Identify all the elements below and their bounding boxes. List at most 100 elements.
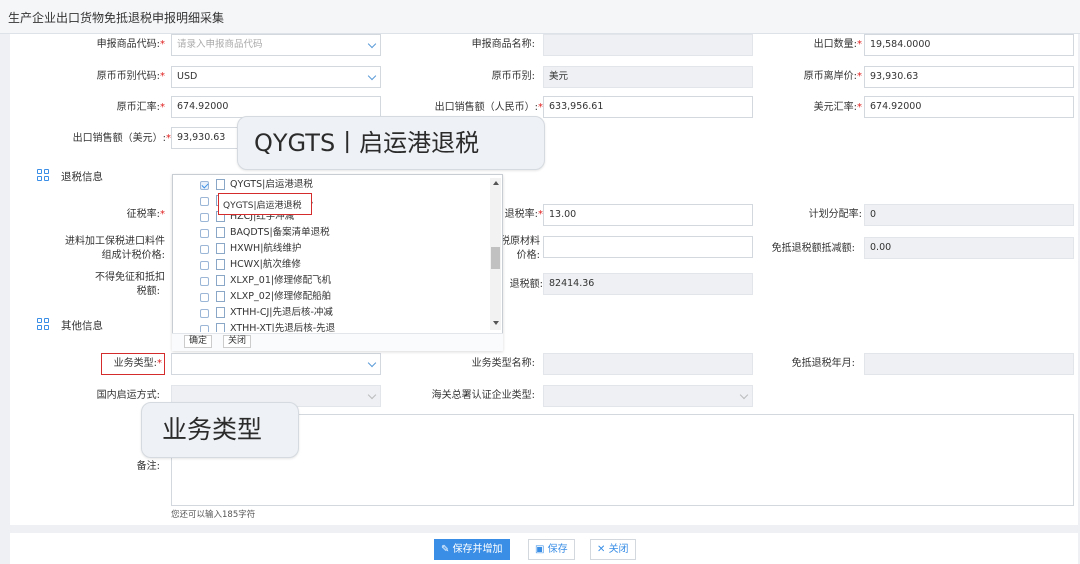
zsl-label: 征税率:* [126, 209, 165, 220]
dropdown-option[interactable]: XLXP_02|修理修配船舶 [172, 289, 490, 305]
sbspmc-field [543, 34, 753, 56]
chevron-down-icon [367, 390, 377, 400]
cksl-input[interactable]: 19,584.0000 [864, 34, 1074, 56]
jhfpl-label: 计划分配率: [808, 209, 862, 220]
edit-icon: ✎ [441, 544, 453, 555]
jhfpl-field: 0 [864, 204, 1074, 226]
jlzgjj-label-line1: 进料加工保税进口料件 [65, 236, 165, 247]
section-tsxx-title: 退税信息 [61, 171, 103, 183]
file-icon [216, 275, 225, 286]
sbspdm-placeholder: 请录入申报商品代码 [177, 39, 263, 50]
bz-label: 备注: [136, 461, 160, 472]
ckxse-usd-label: 出口销售额（美元）:* [72, 133, 171, 144]
dropdown-option-label: XLXP_02|修理修配船舶 [230, 291, 332, 302]
ybla-input[interactable]: 93,930.63 [864, 66, 1074, 88]
save-button[interactable]: ▣ 保存 [528, 539, 575, 560]
file-icon [216, 323, 225, 332]
checkbox[interactable] [200, 229, 209, 238]
checkbox[interactable] [200, 213, 209, 222]
grid-icon [37, 169, 50, 182]
checkbox[interactable] [200, 197, 209, 206]
close-icon: ✕ [597, 544, 609, 555]
ybla-label: 原币离岸价:* [803, 71, 862, 82]
ybbb-field: 美元 [543, 66, 753, 88]
chevron-down-icon [367, 71, 377, 81]
ybbbdm-select[interactable]: USD [171, 66, 381, 88]
mdtsejse-label: 免抵退税额抵减额: [771, 243, 855, 254]
mdtsejse-field: 0.00 [864, 237, 1074, 259]
dropdown-footer [172, 333, 503, 351]
bdmzdk-label-line2: 税额: [136, 286, 160, 297]
grid-icon [37, 318, 50, 331]
checkbox[interactable] [200, 309, 209, 318]
file-icon [216, 259, 225, 270]
dropdown-option[interactable]: HXWH|航线维护 [172, 241, 490, 257]
ckxse-rmb-input[interactable]: 633,956.61 [543, 96, 753, 118]
checkbox[interactable] [200, 245, 209, 254]
dropdown-option[interactable]: BAQDTS|备案清单退税 [172, 225, 490, 241]
dropdown-option[interactable]: XTHH-XT|先退后核-先退 [172, 321, 490, 332]
dropdown-close-button[interactable]: 关闭 [223, 335, 252, 348]
cksl-label: 出口数量:* [813, 39, 862, 50]
tsl-input[interactable]: 13.00 [543, 204, 753, 226]
dropdown-option[interactable]: XTHH-CJ|先退后核-冲减 [172, 305, 490, 321]
highlighted-item-label: QYGTS|启运港退税 [223, 201, 302, 211]
required-mark: * [160, 39, 165, 50]
hgzsrzqylx-select[interactable] [543, 385, 753, 407]
ybbbdm-label: 原币币别代码:* [96, 71, 165, 82]
jlzgjj-label-line2: 组成计税价格: [101, 250, 165, 261]
save-and-add-button[interactable]: ✎ 保存并增加 [434, 539, 510, 560]
sbspdm-label: 申报商品代码:* [96, 39, 165, 50]
ckxse-rmb-label: 出口销售额（人民币）:* [434, 102, 543, 113]
scroll-up-icon[interactable] [493, 181, 499, 185]
scrollbar-thumb[interactable] [491, 247, 500, 269]
save-icon: ▣ [535, 544, 548, 555]
ybbb-label: 原币币别: [491, 71, 535, 82]
bdmzdk-label-line1: 不得免征和抵扣 [95, 272, 165, 283]
sbspmc-label: 申报商品名称: [471, 39, 535, 50]
ybhl-label: 原币汇率:* [116, 102, 165, 113]
file-icon [216, 291, 225, 302]
dropdown-option-label: HCWX|航次维修 [230, 259, 301, 270]
checkbox[interactable] [200, 293, 209, 302]
hgzsrzqylx-label: 海关总署认证企业类型: [431, 390, 535, 401]
callout-bottom: 业务类型 [141, 402, 299, 458]
remarks-hint: 您还可以输入185字符 [171, 510, 256, 520]
checkbox[interactable] [200, 325, 209, 332]
title-bar: 生产企业出口货物免抵退税申报明细采集 [0, 0, 1080, 34]
dropdown-option[interactable]: HCWX|航次维修 [172, 257, 490, 273]
close-button[interactable]: ✕ 关闭 [590, 539, 636, 560]
checkbox[interactable] [200, 181, 209, 190]
dropdown-option[interactable]: XLXP_01|修理修配飞机 [172, 273, 490, 289]
bsycl-input[interactable] [543, 236, 753, 258]
gnqyfs-label: 国内启运方式: [96, 390, 160, 401]
ybhl-input[interactable]: 674.92000 [171, 96, 381, 118]
dropdown-option-label: XTHH-CJ|先退后核-冲减 [230, 307, 333, 318]
callout-top: QYGTS丨启运港退税 [237, 116, 545, 170]
dropdown-option-label: XTHH-XT|先退后核-先退 [230, 323, 336, 332]
myhl-input[interactable]: 674.92000 [864, 96, 1074, 118]
remarks-textarea[interactable] [171, 414, 1074, 506]
ywlx-select[interactable] [171, 353, 381, 375]
dropdown-option-label: BAQDTS|备案清单退税 [230, 227, 330, 238]
mdtsny-field [864, 353, 1074, 375]
ywlx-label: 业务类型:* [113, 358, 162, 369]
page-title: 生产企业出口货物免抵退税申报明细采集 [8, 11, 225, 25]
ybbbdm-value: USD [177, 71, 198, 82]
file-icon [216, 227, 225, 238]
dropdown-option-label: XLXP_01|修理修配飞机 [230, 275, 332, 286]
file-icon [216, 243, 225, 254]
checkbox[interactable] [200, 277, 209, 286]
dropdown-confirm-button[interactable]: 确定 [184, 335, 213, 348]
file-icon [216, 307, 225, 318]
dropdown-option-label: HXWH|航线维护 [230, 243, 302, 254]
myhl-label: 美元汇率:* [813, 102, 862, 113]
file-icon [216, 179, 225, 190]
dropdown-option[interactable]: QYGTS|启运港退税 [172, 177, 490, 193]
scroll-down-icon[interactable] [493, 321, 499, 325]
checkbox[interactable] [200, 261, 209, 270]
dropdown-option-label: QYGTS|启运港退税 [230, 179, 313, 190]
sbspdm-select[interactable]: 请录入申报商品代码 [171, 34, 381, 56]
section-qtxx-title: 其他信息 [61, 320, 103, 332]
tse-field: 82414.36 [543, 273, 753, 295]
